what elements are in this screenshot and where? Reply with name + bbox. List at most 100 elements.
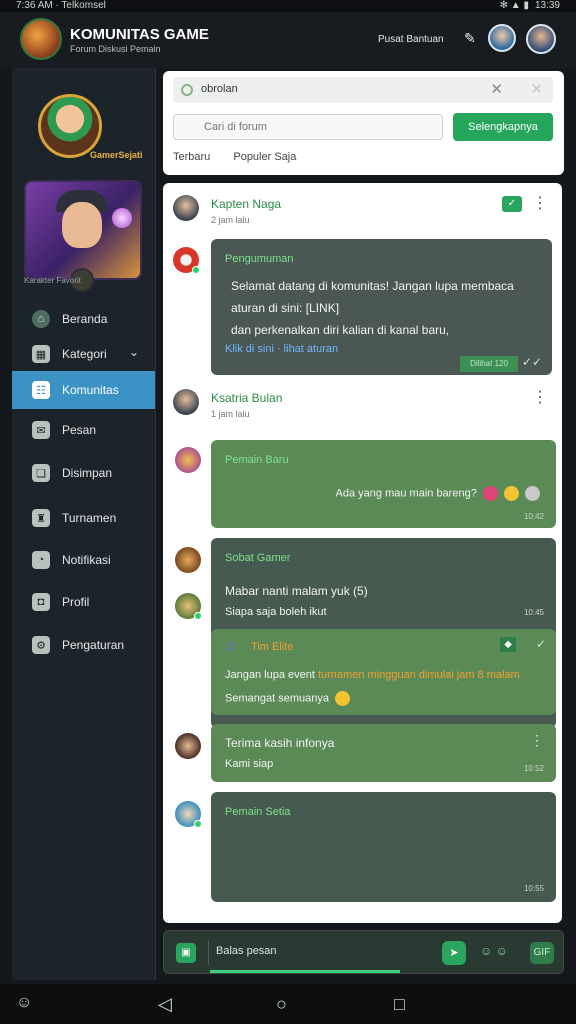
home-button-icon[interactable]: ○ [276, 994, 287, 1015]
more-options-icon[interactable]: ⋮ [530, 732, 544, 749]
sidebar: GamerSejati Karakter Favorit ⌂ Beranda ▦… [12, 68, 156, 980]
header-avatar-1[interactable] [488, 24, 516, 52]
highlight-text: turnamen mingguan dimulai jam 8 malam [317, 669, 520, 681]
bell-icon: ◔ [32, 551, 50, 569]
heart-emoji-icon [482, 486, 498, 501]
avatar[interactable] [173, 195, 199, 221]
chevron-down-icon[interactable]: ⌄ [129, 345, 139, 359]
status-left: 7:36 AM · Telkomsel [16, 0, 106, 11]
back-icon[interactable]: ◁ [158, 994, 172, 1015]
avatar[interactable] [175, 593, 202, 620]
event-icon: ⚠ [225, 639, 236, 653]
message-icon: ✉ [32, 421, 50, 439]
avatar[interactable] [175, 733, 201, 759]
message-line: Ada yang mau main bareng? [335, 487, 477, 500]
sidebar-item-categories[interactable]: ▦ Kategori ⌄ [12, 335, 155, 373]
message-bubble[interactable]: Terima kasih infonya Kami siap 10:52 ⋮ [211, 724, 556, 782]
close-icon[interactable]: ✕ [530, 80, 543, 98]
more-options-icon[interactable]: ⋮ [532, 387, 548, 407]
hero-orb [112, 208, 132, 228]
accessibility-icon[interactable]: ☺ [16, 994, 32, 1012]
avatar[interactable] [175, 447, 201, 473]
attach-icon[interactable]: ▣ [176, 943, 196, 963]
app-header: KOMUNITAS GAME Forum Diskusi Pemain Pusa… [0, 12, 576, 68]
post-author[interactable]: Kapten Naga [211, 197, 281, 211]
message-line: Terima kasih infonya [225, 736, 335, 750]
clear-icon[interactable]: ✕ [490, 80, 503, 98]
app-title: KOMUNITAS GAME [70, 26, 209, 43]
bookmark-icon: ❏ [32, 464, 50, 482]
message-link[interactable]: Klik di sini · lihat aturan [225, 343, 338, 355]
hero-card[interactable] [24, 180, 142, 280]
status-right: ✻ ▲ ▮ 13:39 [500, 0, 560, 11]
online-indicator [192, 266, 200, 274]
sidebar-item-settings[interactable]: ⚙ Pengaturan [12, 626, 155, 664]
sidebar-item-community[interactable]: ☷ Komunitas [12, 371, 155, 409]
sidebar-item-label: Beranda [62, 312, 108, 326]
hero-face [62, 202, 102, 248]
divider [208, 941, 209, 965]
post-time: 1 jam lalu [211, 409, 250, 419]
message-title: Sobat Gamer [225, 552, 291, 564]
sidebar-item-saved[interactable]: ❏ Disimpan [12, 454, 155, 492]
header-avatar-2[interactable] [526, 24, 556, 54]
online-indicator [194, 612, 202, 620]
search-button[interactable]: Selengkapnya [453, 113, 553, 141]
message-bubble[interactable]: Pengumuman Selamat datang di komunitas! … [211, 239, 552, 375]
gif-button[interactable]: GIF [530, 942, 554, 964]
status-bar: 7:36 AM · Telkomsel ✻ ▲ ▮ 13:39 [0, 0, 576, 12]
search-input[interactable] [173, 114, 443, 140]
message-line: Semangat semuanya [225, 691, 351, 706]
avatar[interactable] [173, 389, 199, 415]
topic-chip[interactable]: obrolan ✕ ✕ [173, 77, 553, 103]
system-nav-bar: ☺ ◁ ○ □ [0, 984, 576, 1024]
grid-icon: ▦ [32, 345, 50, 363]
filter-latest[interactable]: Terbaru [173, 151, 210, 163]
sidebar-item-tournament[interactable]: ♜ Turnamen [12, 499, 155, 537]
profile-name: GamerSejati [90, 150, 143, 160]
message-title: Pemain Setia [225, 806, 291, 818]
message-bubble[interactable]: Pemain Baru Ada yang mau main bareng? 10… [211, 440, 556, 528]
more-options-icon[interactable]: ⋮ [532, 193, 548, 213]
profile-avatar[interactable] [38, 94, 102, 158]
message-line: aturan di sini: [LINK] [231, 301, 340, 315]
post-author[interactable]: Ksatria Bulan [211, 391, 282, 405]
sidebar-item-label: Profil [62, 595, 90, 609]
reply-input[interactable]: Balas pesan [216, 945, 277, 957]
message-line: Mabar nanti malam yuk (5) [225, 584, 368, 598]
app-logo[interactable] [20, 18, 62, 60]
sidebar-item-notifications[interactable]: ◔ Notifikasi [12, 541, 155, 579]
message-time: 10:42 [523, 512, 544, 521]
message-bubble[interactable]: Pemain Setia 10:55 [211, 792, 556, 902]
message-time: 10:52 [523, 764, 544, 773]
upload-progress [210, 970, 400, 973]
message-composer: ▣ Balas pesan ➤ ☺ ☺ GIF [163, 930, 564, 974]
avatar[interactable] [173, 247, 200, 274]
pencil-icon[interactable]: ✎ [464, 30, 476, 47]
message-title: Pengumuman [225, 253, 294, 265]
message-line: Siapa saja boleh ikut [225, 606, 327, 618]
message-line: Jangan lupa event [225, 669, 318, 681]
recents-icon[interactable]: □ [394, 994, 405, 1015]
filter-popular[interactable]: Populer Saja [233, 151, 296, 163]
emoji-button[interactable]: ☺ ☺ [480, 944, 508, 958]
avatar[interactable] [175, 801, 202, 828]
avatar[interactable] [175, 547, 201, 573]
message-line: Kami siap [225, 758, 274, 770]
status-time: 13:39 [534, 0, 560, 11]
message-text: Ada yang mau main bareng? [336, 486, 540, 501]
sidebar-item-label: Turnamen [62, 511, 117, 525]
message-feed[interactable]: Kapten Naga 2 jam lalu ✓ ⋮ Pengumuman Se… [163, 183, 562, 923]
message-title: Pemain Baru [225, 454, 289, 466]
sidebar-item-messages[interactable]: ✉ Pesan [12, 411, 155, 449]
send-button[interactable]: ➤ [442, 941, 466, 965]
read-receipt-icon: ✓✓ [521, 355, 542, 369]
sidebar-item-profile[interactable]: ◘ Profil [12, 583, 155, 621]
sidebar-item-label: Pesan [62, 423, 97, 437]
message-bubble[interactable]: ⚠ Tim Elite ◆ ✓ Jangan lupa event turnam… [211, 629, 556, 715]
sidebar-item-home[interactable]: ⌂ Beranda [12, 300, 155, 338]
trophy-icon: ♜ [32, 509, 50, 527]
message-line: Selamat datang di komunitas! Jangan lupa… [231, 279, 514, 293]
topic-label: obrolan [201, 83, 238, 95]
header-help-link[interactable]: Pusat Bantuan [378, 34, 444, 45]
